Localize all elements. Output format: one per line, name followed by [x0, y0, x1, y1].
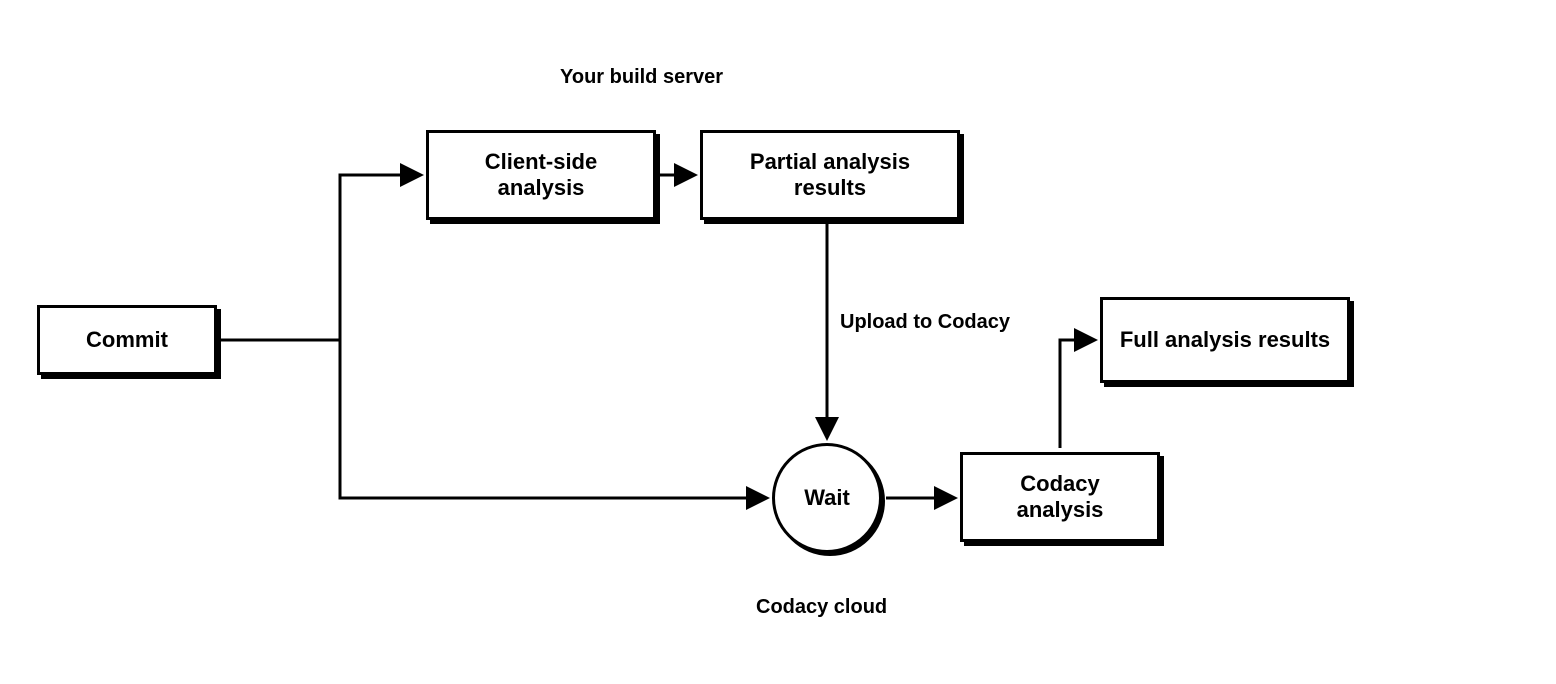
node-commit-label: Commit: [86, 327, 168, 353]
node-wait-label: Wait: [804, 485, 850, 511]
edge-label-upload: Upload to Codacy: [840, 311, 1010, 334]
node-wait: Wait: [772, 443, 882, 553]
node-codacy-analysis-label: Codacy analysis: [977, 471, 1143, 524]
node-client-side-analysis: Client-side analysis: [426, 130, 656, 220]
flow-diagram: Your build server Codacy cloud Commit Cl…: [0, 0, 1556, 684]
node-codacy-analysis: Codacy analysis: [960, 452, 1160, 542]
group-label-top: Your build server: [560, 66, 723, 89]
group-label-bottom: Codacy cloud: [756, 596, 887, 619]
node-full-results: Full analysis results: [1100, 297, 1350, 383]
node-client-side-analysis-label: Client-side analysis: [443, 149, 639, 202]
node-commit: Commit: [37, 305, 217, 375]
node-partial-results: Partial analysis results: [700, 130, 960, 220]
node-partial-results-label: Partial analysis results: [717, 149, 943, 202]
node-full-results-label: Full analysis results: [1120, 327, 1330, 353]
